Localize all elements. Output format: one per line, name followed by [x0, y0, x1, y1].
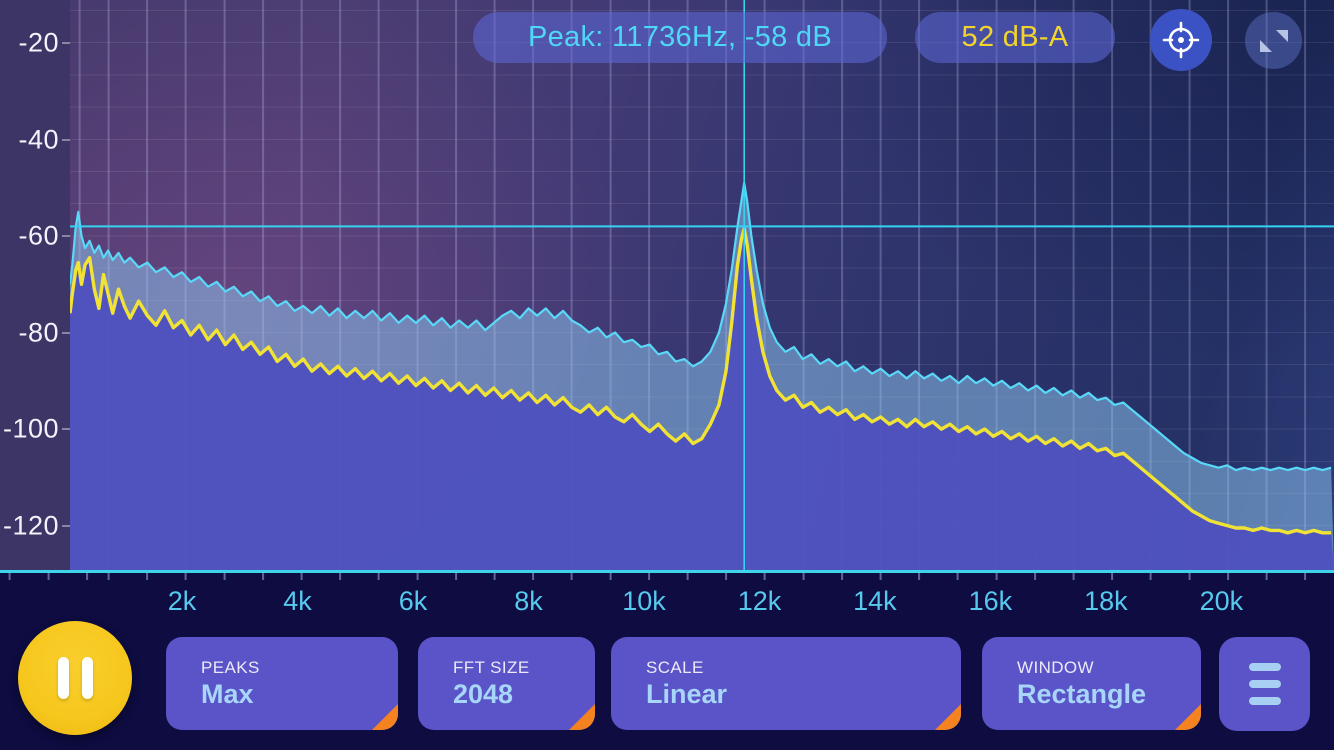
- y-axis-label: -80: [18, 317, 59, 347]
- dba-level-pill[interactable]: 52 dB-A: [915, 12, 1115, 63]
- scale-button-label: SCALE: [646, 657, 704, 677]
- corner-fold-icon: [1175, 704, 1201, 730]
- y-axis-label: -40: [18, 124, 59, 154]
- peaks-button-label: PEAKS: [201, 657, 260, 677]
- window-button-label: WINDOW: [1017, 657, 1094, 677]
- peaks-mode-button[interactable]: PEAKS Max: [166, 637, 398, 730]
- y-axis-label: -20: [18, 27, 59, 58]
- y-axis-tick: [62, 42, 70, 44]
- window-function-button[interactable]: WINDOW Rectangle: [982, 637, 1201, 730]
- corner-fold-icon: [372, 704, 398, 730]
- x-axis-label: 12k: [737, 586, 782, 616]
- peak-readout-pill[interactable]: Peak: 11736Hz, -58 dB: [473, 12, 887, 63]
- x-axis-label: 2k: [167, 586, 197, 616]
- bottom-toolbar: PEAKS Max FFT SIZE 2048 SCALE Linear WIN…: [0, 621, 1334, 750]
- y-axis-tick: [62, 428, 70, 431]
- fft-size-button[interactable]: FFT SIZE 2048: [418, 637, 595, 730]
- x-axis-ticks: [0, 573, 1334, 580]
- y-axis-tick: [62, 524, 70, 527]
- scale-button-value: Linear: [646, 678, 728, 709]
- spectrum-plot[interactable]: [70, 0, 1334, 570]
- y-axis-tick: [62, 138, 70, 141]
- x-axis: 2k 4k 6k 8k 10k 12k 14k 16k 18k 20k: [0, 570, 1334, 625]
- y-axis-label: -120: [2, 510, 59, 541]
- fullscreen-expand-button[interactable]: [1245, 12, 1302, 69]
- scale-button[interactable]: SCALE Linear: [611, 637, 961, 730]
- crosshair-target-icon: [1162, 21, 1200, 59]
- window-button-value: Rectangle: [1017, 678, 1147, 709]
- pause-icon: [57, 657, 69, 699]
- x-axis-label: 18k: [1084, 586, 1128, 616]
- y-axis-tick: [62, 331, 70, 334]
- x-axis-label: 8k: [514, 586, 543, 616]
- x-axis-label: 4k: [283, 586, 312, 616]
- menu-button[interactable]: [1219, 637, 1310, 731]
- y-axis-tick: [62, 235, 70, 237]
- pause-icon: [81, 657, 93, 699]
- crosshair-target-button[interactable]: [1150, 9, 1212, 71]
- x-axis-label: 16k: [968, 586, 1013, 616]
- fullscreen-expand-icon: [1259, 29, 1288, 52]
- y-axis-label: -100: [2, 413, 59, 444]
- spectrum-chart: [70, 0, 1334, 570]
- peaks-button-value: Max: [201, 678, 254, 709]
- y-axis-label: -60: [18, 220, 59, 251]
- y-axis: -20 -40 -60 -80 -100 -120: [0, 0, 70, 570]
- pause-button[interactable]: [18, 621, 132, 735]
- hamburger-menu-icon: [1248, 680, 1281, 688]
- hamburger-menu-icon: [1248, 697, 1281, 705]
- dba-level-text: 52 dB-A: [961, 21, 1069, 53]
- spectrum-analyzer-app: -20 -40 -60 -80 -100 -120 2k 4k 6k 8k 10k 12k 14k 16…: [0, 0, 1334, 750]
- corner-fold-icon: [569, 704, 595, 730]
- x-axis-label: 10k: [622, 586, 666, 616]
- x-axis-label: 14k: [853, 586, 897, 616]
- hamburger-menu-icon: [1248, 663, 1281, 671]
- x-axis-label: 20k: [1199, 586, 1244, 616]
- corner-fold-icon: [935, 704, 961, 730]
- fft-button-label: FFT SIZE: [453, 657, 530, 677]
- x-axis-label: 6k: [398, 586, 428, 616]
- peak-readout-text: Peak: 11736Hz, -58 dB: [527, 21, 832, 53]
